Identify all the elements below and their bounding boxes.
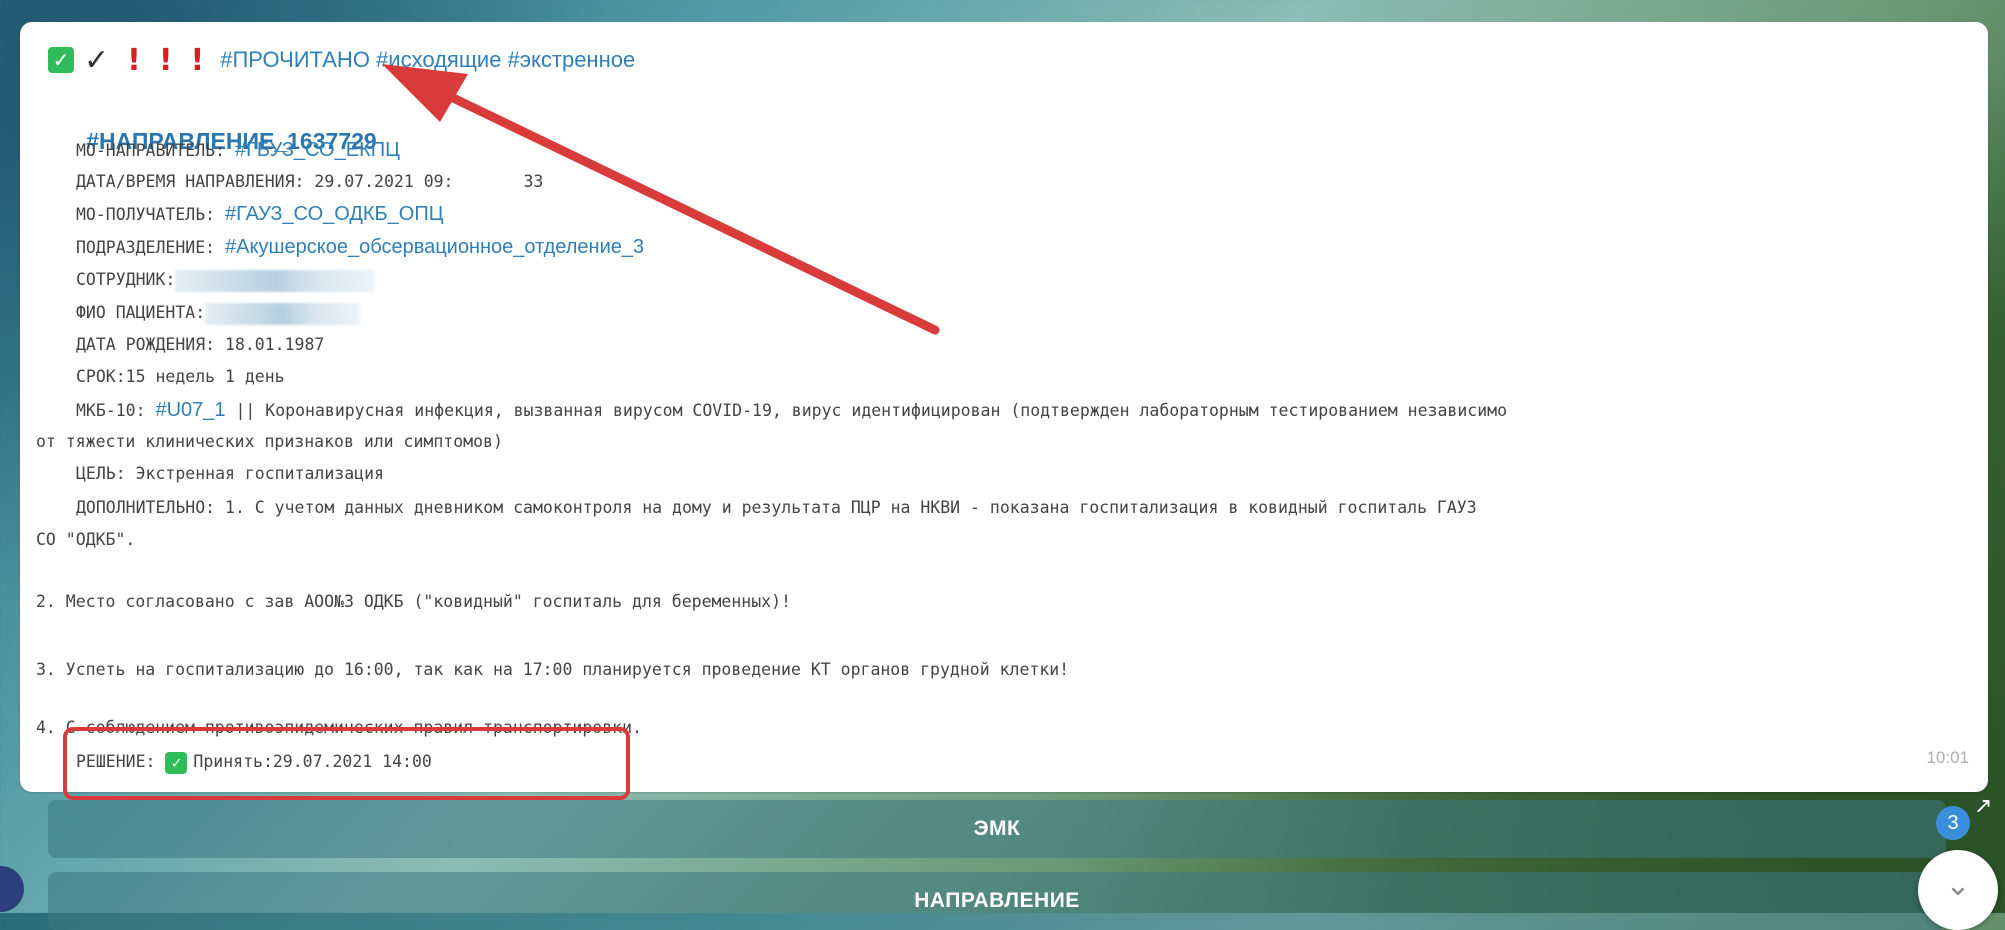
mkb-label: МКБ-10:	[76, 401, 156, 420]
division-label: ПОДРАЗДЕЛЕНИЕ:	[76, 238, 226, 257]
birth-date-text: ДАТА РОЖДЕНИЯ: 18.01.1987	[76, 335, 325, 354]
goal-text: ЦЕЛЬ: Экстренная госпитализация	[76, 464, 384, 483]
redacted-employee	[175, 269, 376, 292]
term-text: СРОК:15 недель 1 день	[76, 367, 285, 386]
scroll-down-button[interactable]: ⌄	[1918, 850, 1998, 930]
extra3-line: 3. Успеть на госпитализацию до 16:00, та…	[36, 658, 1069, 682]
mo-receiver-line: МО-ПОЛУЧАТЕЛЬ: #ГАУЗ_СО_ОДКБ_ОПЦ	[76, 202, 444, 227]
extra1-line: ДОПОЛНИТЕЛЬНО: 1. С учетом данных дневни…	[76, 496, 1477, 520]
date-tail: 33	[523, 172, 544, 191]
patient-label: ФИО ПАЦИЕНТА:	[76, 303, 206, 322]
division-link[interactable]: #Акушерское_обсервационное_отделение_3	[225, 236, 644, 258]
redacted-patient	[205, 302, 361, 325]
hashtags-link[interactable]: #ПРОЧИТАНО #исходящие #экстренное	[220, 47, 635, 73]
mo-sender-label: МО-НАПРАВИТЕЛЬ:	[76, 141, 235, 160]
extra3-text: 3. Успеть на госпитализацию до 16:00, та…	[36, 660, 1070, 679]
mkb-line-wrap: от тяжести клинических признаков или сим…	[36, 430, 503, 454]
date-value: 29.07.2021 09:	[314, 172, 454, 191]
mkb-text-cont: от тяжести клинических признаков или сим…	[36, 432, 503, 451]
date-label: ДАТА/ВРЕМЯ НАПРАВЛЕНИЯ:	[76, 172, 315, 191]
green-check-icon: ✓	[48, 47, 74, 73]
extra1-text: ДОПОЛНИТЕЛЬНО: 1. С учетом данных дневни…	[76, 498, 1477, 517]
mo-receiver-link[interactable]: #ГАУЗ_СО_ОДКБ_ОПЦ	[225, 203, 444, 225]
term-line: СРОК:15 недель 1 день	[76, 365, 285, 389]
keyboard-button-emk[interactable]: ЭМК	[48, 800, 1946, 858]
extra1b-text: СО "ОДКБ".	[36, 530, 136, 549]
mo-sender-line: МО-НАПРАВИТЕЛЬ: #ГБУЗ_СО_ЕКПЦ	[76, 138, 400, 163]
keyboard-button-direction[interactable]: НАПРАВЛЕНИЕ	[48, 872, 1946, 930]
annotation-box	[63, 727, 630, 800]
exclamation-icon: !	[158, 42, 173, 78]
date-line: ДАТА/ВРЕМЯ НАПРАВЛЕНИЯ: 29.07.2021 09: 33	[76, 170, 543, 194]
chevron-down-icon: ⌄	[1945, 868, 1971, 903]
unread-badge: 3	[1936, 806, 1970, 840]
extra2-line: 2. Место согласовано с зав АОО№3 ОДКБ ("…	[36, 590, 791, 614]
checkmark-icon: ✓	[84, 42, 110, 78]
expand-arrow-icon[interactable]: ↗	[1974, 794, 1992, 819]
employee-line: СОТРУДНИК:	[76, 268, 376, 292]
employee-label: СОТРУДНИК:	[76, 270, 176, 289]
extra1b-line: СО "ОДКБ".	[36, 528, 135, 552]
patient-line: ФИО ПАЦИЕНТА:	[76, 301, 361, 325]
extra2-text: 2. Место согласовано с зав АОО№3 ОДКБ ("…	[36, 592, 791, 611]
mkb-code-link[interactable]: #U07_1	[155, 399, 225, 421]
message-time: 10:01	[1926, 748, 1969, 767]
mo-sender-link[interactable]: #ГБУЗ_СО_ЕКПЦ	[235, 139, 400, 161]
birth-line: ДАТА РОЖДЕНИЯ: 18.01.1987	[76, 333, 324, 357]
message-header: ✓ ✓ ! ! ! #ПРОЧИТАНО #исходящие #экстрен…	[48, 40, 635, 80]
exclamation-icon: !	[127, 42, 141, 78]
division-line: ПОДРАЗДЕЛЕНИЕ: #Акушерское_обсервационно…	[76, 235, 644, 260]
mo-receiver-label: МО-ПОЛУЧАТЕЛЬ:	[76, 205, 226, 224]
exclamation-icon: !	[190, 42, 205, 78]
goal-line: ЦЕЛЬ: Экстренная госпитализация	[76, 462, 384, 486]
mkb-line: МКБ-10: #U07_1 || Коронавирусная инфекци…	[76, 398, 1507, 423]
mkb-text: || Коронавирусная инфекция, вызванная ви…	[225, 401, 1508, 420]
